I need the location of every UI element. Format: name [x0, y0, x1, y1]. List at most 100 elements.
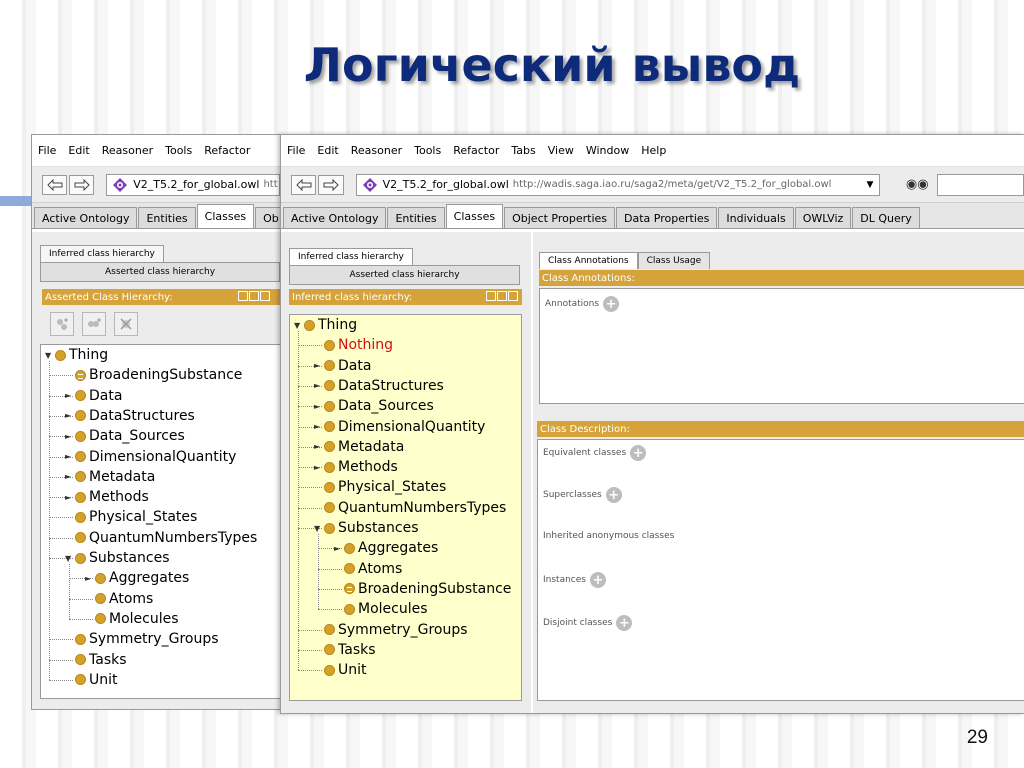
tree-node[interactable]: ▼ Thing [294, 315, 357, 335]
menu-tools[interactable]: Tools [414, 144, 441, 157]
expand-arrow-icon[interactable]: ► [65, 411, 75, 420]
tree-node[interactable]: ▼ Substances [314, 518, 419, 538]
expand-arrow-icon[interactable]: ► [314, 402, 324, 411]
expand-arrow-icon[interactable]: ► [314, 463, 324, 472]
menu-edit[interactable]: Edit [317, 144, 338, 157]
menu-window[interactable]: Window [586, 144, 629, 157]
collapse-arrow-icon[interactable]: ▼ [294, 321, 304, 330]
tab-owlviz[interactable]: OWLViz [794, 207, 852, 228]
tree-node[interactable]: Unit [65, 670, 118, 690]
forward-button[interactable] [318, 174, 344, 195]
delete-class-button[interactable] [114, 312, 138, 336]
tree-node[interactable]: ► Metadata [65, 467, 155, 487]
tree-node[interactable]: Molecules [85, 609, 179, 629]
tab-inferred-class-hierarchy[interactable]: Inferred class hierarchy [289, 248, 413, 265]
menu-edit[interactable]: Edit [68, 144, 89, 157]
menu-reasoner[interactable]: Reasoner [351, 144, 402, 157]
tree-node[interactable]: ► Metadata [314, 437, 404, 457]
add-icon[interactable]: + [630, 445, 647, 461]
search-input[interactable] [936, 173, 1024, 196]
expand-arrow-icon[interactable]: ► [65, 493, 75, 502]
tree-node[interactable]: ► Aggregates [85, 568, 189, 588]
expand-arrow-icon[interactable]: ► [65, 432, 75, 441]
tree-node[interactable]: Physical_States [314, 477, 446, 497]
expand-arrow-icon[interactable]: ► [314, 361, 324, 370]
menu-view[interactable]: View [548, 144, 574, 157]
tab-class-annotations[interactable]: Class Annotations [539, 252, 638, 269]
tree-node[interactable]: QuantumNumbersTypes [314, 498, 506, 518]
tree-node[interactable]: QuantumNumbersTypes [65, 528, 257, 548]
tab-object-properties[interactable]: Object Properties [504, 207, 616, 228]
add-icon[interactable]: + [589, 572, 606, 588]
expand-arrow-icon[interactable]: ► [334, 544, 344, 553]
tab-class-usage[interactable]: Class Usage [637, 252, 711, 269]
tree-node[interactable]: Atoms [334, 559, 402, 579]
tree-node[interactable]: ► Aggregates [334, 538, 438, 558]
tree-node[interactable]: ▼ Substances [65, 548, 170, 568]
tab-active-ontology[interactable]: Active Ontology [283, 207, 387, 228]
tab-dl-query[interactable]: DL Query [852, 207, 920, 228]
tree-node[interactable]: ► Data_Sources [314, 396, 434, 416]
tree-node[interactable]: ► Data [65, 386, 122, 406]
tree-node[interactable]: Atoms [85, 589, 153, 609]
tree-node[interactable]: Molecules [334, 599, 428, 619]
ontology-selector[interactable]: V2_T5.2_for_global.owl http://wadis.saga… [355, 173, 880, 196]
tab-entities[interactable]: Entities [387, 207, 445, 228]
tree-node[interactable]: Nothing [314, 335, 393, 355]
tab-classes[interactable]: Classes [445, 204, 504, 228]
tab-inferred-class-hierarchy[interactable]: Inferred class hierarchy [40, 245, 164, 262]
menu-refactor[interactable]: Refactor [453, 144, 499, 157]
expand-arrow-icon[interactable]: ► [85, 574, 95, 583]
view-controls[interactable] [486, 291, 518, 301]
expand-arrow-icon[interactable]: ► [314, 381, 324, 390]
menu-help[interactable]: Help [641, 144, 666, 157]
tab-asserted-class-hierarchy[interactable]: Asserted class hierarchy [289, 265, 520, 285]
collapse-arrow-icon[interactable]: ▼ [314, 524, 324, 533]
tree-node[interactable]: ► DataStructures [314, 376, 444, 396]
tree-node[interactable]: Physical_States [65, 507, 197, 527]
ontology-selector[interactable]: V2_T5.2_for_global.owl htt [106, 173, 280, 196]
expand-arrow-icon[interactable]: ► [65, 472, 75, 481]
tree-node[interactable]: BroadeningSubstance [334, 579, 511, 599]
expand-arrow-icon[interactable]: ► [314, 422, 324, 431]
add-sibling-button[interactable] [82, 312, 106, 336]
expand-arrow-icon[interactable]: ► [65, 391, 75, 400]
tab-data-properties[interactable]: Data Properties [616, 207, 718, 228]
add-icon[interactable]: + [616, 615, 633, 631]
back-button[interactable] [42, 174, 68, 195]
tree-node[interactable]: Unit [314, 660, 367, 680]
menu-file[interactable]: File [287, 144, 305, 157]
expand-arrow-icon[interactable]: ► [65, 452, 75, 461]
tab-asserted-class-hierarchy[interactable]: Asserted class hierarchy [40, 262, 280, 282]
tree-node[interactable]: ► DataStructures [65, 406, 195, 426]
tree-node[interactable]: Tasks [314, 640, 376, 660]
menu-refactor[interactable]: Refactor [204, 144, 250, 157]
add-icon[interactable]: + [605, 487, 622, 503]
tree-node[interactable]: Symmetry_Groups [65, 629, 219, 649]
tree-node[interactable]: ► DimensionalQuantity [65, 447, 236, 467]
menu-file[interactable]: File [38, 144, 56, 157]
tab-entities[interactable]: Entities [138, 207, 196, 228]
forward-button[interactable] [69, 174, 95, 195]
back-button[interactable] [291, 174, 317, 195]
add-annotation-icon[interactable]: + [603, 296, 620, 312]
tree-node[interactable]: ► Methods [314, 457, 398, 477]
tree-node[interactable]: ▼ Thing [45, 345, 108, 365]
tree-node[interactable]: ► Data [314, 356, 371, 376]
tree-node[interactable]: ► Data_Sources [65, 426, 185, 446]
chevron-down-icon[interactable]: ▼ [861, 180, 879, 190]
tab-classes[interactable]: Classes [196, 204, 255, 228]
tree-node[interactable]: Symmetry_Groups [314, 620, 468, 640]
menu-reasoner[interactable]: Reasoner [102, 144, 153, 157]
expand-arrow-icon[interactable]: ► [314, 442, 324, 451]
collapse-arrow-icon[interactable]: ▼ [65, 554, 75, 563]
tab-ob[interactable]: Ob [255, 207, 280, 228]
menu-tools[interactable]: Tools [165, 144, 192, 157]
tree-node[interactable]: ► Methods [65, 487, 149, 507]
collapse-arrow-icon[interactable]: ▼ [45, 351, 55, 360]
tab-active-ontology[interactable]: Active Ontology [34, 207, 138, 228]
tree-node[interactable]: ► DimensionalQuantity [314, 417, 485, 437]
search-binoculars-icon[interactable]: ◉◉ [906, 177, 929, 192]
menu-tabs[interactable]: Tabs [511, 144, 535, 157]
tree-node[interactable]: Tasks [65, 650, 127, 670]
